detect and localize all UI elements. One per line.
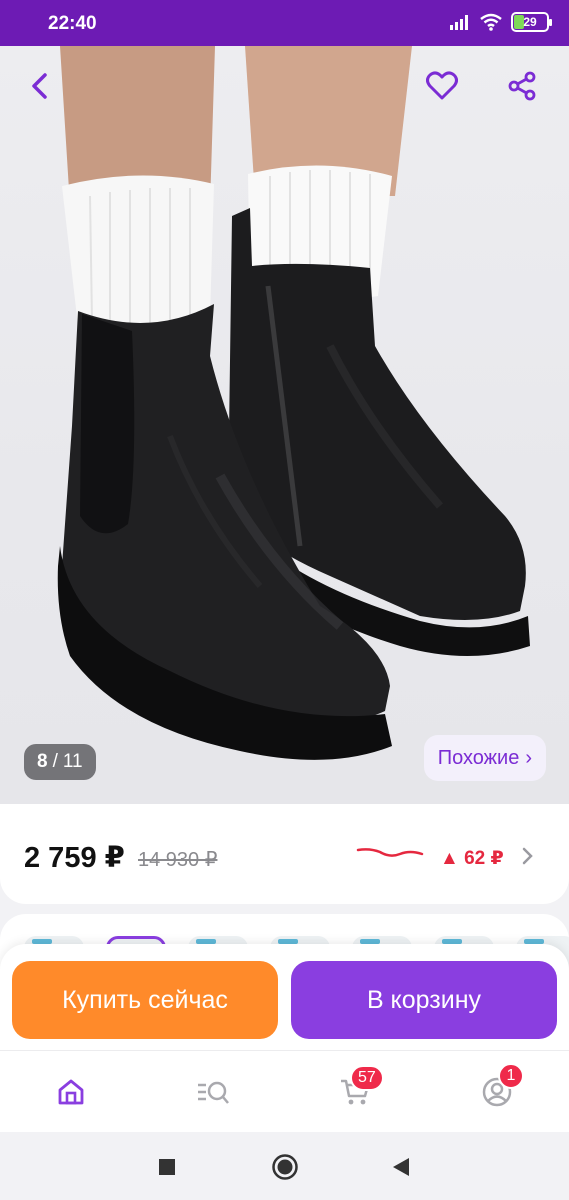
current-price: 2 759 ₽ bbox=[24, 842, 125, 874]
price-trend-icon bbox=[356, 848, 424, 857]
buy-now-button[interactable]: Купить сейчас bbox=[12, 961, 278, 1039]
profile-badge: 1 bbox=[498, 1063, 524, 1089]
action-bar: Купить сейчас В корзину bbox=[0, 944, 569, 1050]
price-change: ▲ 62 ₽ bbox=[440, 848, 504, 869]
cart-badge: 57 bbox=[350, 1065, 384, 1091]
similar-button[interactable]: Похожие › bbox=[423, 735, 546, 781]
recents-button[interactable] bbox=[152, 1152, 182, 1182]
recents-icon bbox=[159, 1159, 175, 1175]
home-icon bbox=[58, 1079, 84, 1105]
back-icon bbox=[32, 73, 47, 99]
share-button[interactable] bbox=[498, 62, 546, 110]
battery-icon: 29 bbox=[511, 12, 552, 32]
share-icon bbox=[508, 71, 536, 101]
clock: 22:40 bbox=[48, 13, 97, 34]
nav-cart[interactable]: 57 bbox=[332, 1065, 384, 1115]
nav-catalog[interactable] bbox=[190, 1069, 236, 1115]
current-image: 8 bbox=[37, 751, 48, 772]
price-card[interactable]: 2 759 ₽ 14 930 ₽ ▲ 62 ₽ bbox=[0, 804, 569, 904]
counter-separator: / bbox=[52, 751, 58, 772]
nav-home[interactable] bbox=[48, 1069, 94, 1115]
product-gallery[interactable]: 8 / 11 Похожие › bbox=[0, 46, 569, 804]
system-nav bbox=[0, 1132, 569, 1200]
chevron-right-icon bbox=[522, 847, 533, 865]
signal-icon bbox=[450, 15, 468, 30]
image-counter: 8 / 11 bbox=[24, 744, 96, 780]
system-back-button[interactable] bbox=[386, 1152, 416, 1182]
back-triangle-icon bbox=[393, 1158, 409, 1176]
chevron-right-icon: › bbox=[525, 746, 532, 769]
favorite-button[interactable] bbox=[418, 62, 466, 110]
old-price: 14 930 ₽ bbox=[138, 849, 218, 871]
catalog-search-icon bbox=[198, 1081, 229, 1104]
total-images: 11 bbox=[62, 751, 83, 772]
add-to-cart-button[interactable]: В корзину bbox=[291, 961, 557, 1039]
home-circle-icon bbox=[272, 1154, 298, 1180]
wifi-icon bbox=[480, 13, 502, 31]
back-button[interactable] bbox=[16, 62, 64, 110]
bottom-nav: 57 1 bbox=[0, 1050, 569, 1132]
system-home-button[interactable] bbox=[270, 1152, 300, 1182]
heart-icon bbox=[426, 71, 458, 100]
similar-label: Похожие bbox=[437, 746, 520, 769]
status-bar: 22:40 29 bbox=[0, 0, 569, 46]
battery-level: 29 bbox=[523, 15, 537, 29]
nav-profile[interactable]: 1 bbox=[474, 1063, 524, 1115]
product-photo bbox=[57, 46, 530, 760]
